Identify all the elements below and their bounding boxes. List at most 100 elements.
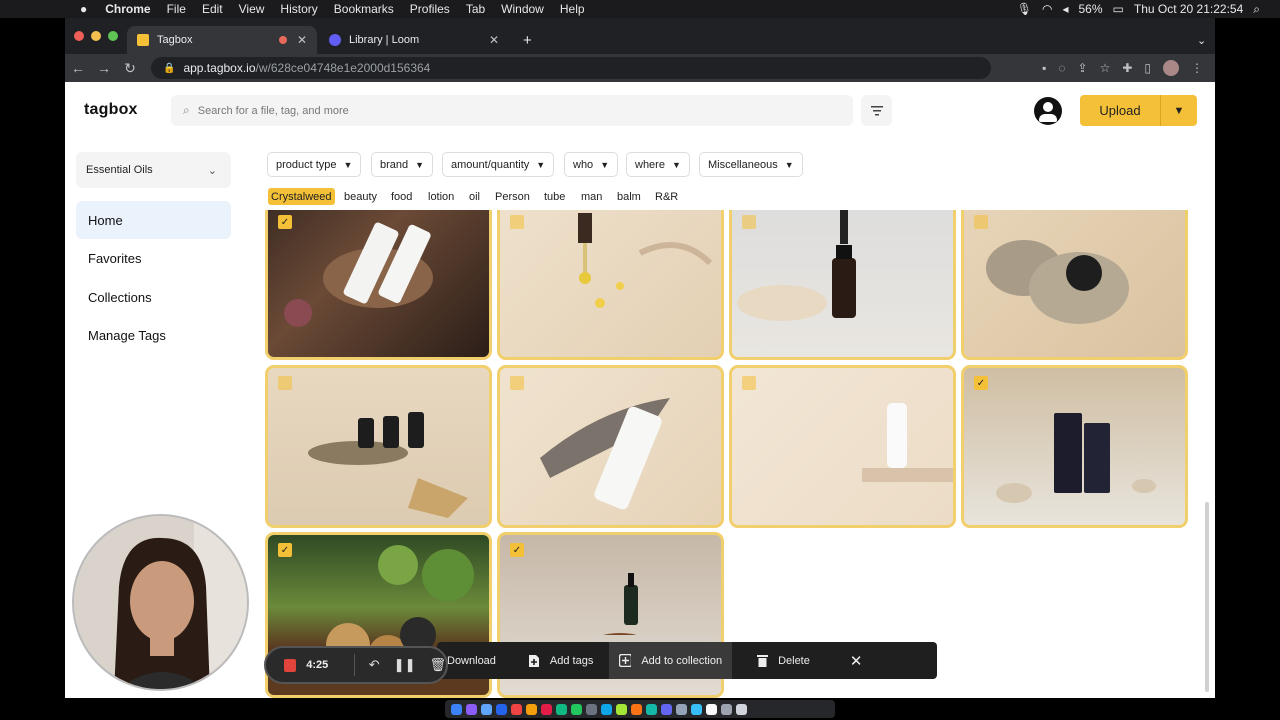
- tab-loom[interactable]: Library | Loom ✕: [319, 26, 509, 54]
- finder-icon[interactable]: [451, 703, 462, 715]
- app-store-icon[interactable]: [496, 703, 507, 715]
- document-icon[interactable]: [706, 703, 717, 715]
- address-bar[interactable]: 🔒 app.tagbox.io /w/628ce04748e1e2000d156…: [151, 57, 991, 79]
- checkbox-checked[interactable]: ✓: [510, 543, 524, 557]
- checkbox[interactable]: [510, 215, 524, 229]
- safari-icon[interactable]: [481, 703, 492, 715]
- collection-dropdown[interactable]: Essential Oils ⌄: [76, 152, 231, 188]
- messages-icon[interactable]: [556, 703, 567, 715]
- menu-help[interactable]: Help: [552, 2, 593, 16]
- microphone-icon[interactable]: 🎙: [1017, 2, 1032, 16]
- filter-button[interactable]: [861, 95, 892, 126]
- facet-brand[interactable]: brand ▼: [371, 152, 434, 177]
- share-icon[interactable]: ⇪: [1078, 61, 1088, 75]
- tag-chip-crystalweed[interactable]: Crystalweed: [268, 188, 335, 205]
- webcam-bubble[interactable]: [72, 514, 249, 691]
- add-to-collection-button[interactable]: Add to collection: [609, 642, 733, 679]
- back-icon[interactable]: ←: [65, 60, 91, 76]
- pause-icon[interactable]: ❚❚: [394, 657, 416, 673]
- terminal-icon[interactable]: [676, 703, 687, 715]
- eye-off-icon[interactable]: ◌: [1058, 61, 1065, 75]
- menu-window[interactable]: Window: [493, 2, 552, 16]
- preview-icon[interactable]: [691, 703, 702, 715]
- checkbox[interactable]: [510, 376, 524, 390]
- mail-icon[interactable]: [601, 703, 612, 715]
- maximize-window-icon[interactable]: [108, 31, 118, 41]
- tag-chip-rr[interactable]: R&R: [652, 188, 681, 205]
- chrome-icon[interactable]: [526, 703, 537, 715]
- menu-view[interactable]: View: [231, 2, 273, 16]
- scrollbar[interactable]: [1205, 502, 1209, 692]
- search-input[interactable]: ⌕ Search for a file, tag, and more: [171, 95, 853, 126]
- stop-recording-icon[interactable]: [284, 658, 297, 672]
- tag-chip-person[interactable]: Person: [492, 188, 533, 205]
- sidebar-item-collections[interactable]: Collections: [76, 278, 231, 316]
- tab-search-button[interactable]: ⌄: [1187, 26, 1213, 54]
- menu-bookmarks[interactable]: Bookmarks: [326, 2, 402, 16]
- tag-chip-food[interactable]: food: [388, 188, 415, 205]
- tag-chip-oil[interactable]: oil: [466, 188, 483, 205]
- music-icon[interactable]: [541, 703, 552, 715]
- new-tab-button[interactable]: +: [513, 26, 543, 54]
- downloads-icon[interactable]: [721, 703, 732, 715]
- extensions-icon[interactable]: ✚: [1122, 61, 1132, 75]
- asset-tile[interactable]: [729, 210, 956, 360]
- menu-file[interactable]: File: [159, 2, 194, 16]
- asset-tile[interactable]: ✓: [265, 210, 492, 360]
- tag-chip-lotion[interactable]: lotion: [425, 188, 457, 205]
- bookmark-star-icon[interactable]: ☆: [1100, 61, 1111, 75]
- tab-close-icon[interactable]: ✕: [278, 33, 307, 47]
- facet-where[interactable]: where ▼: [626, 152, 690, 177]
- settings-icon[interactable]: [586, 703, 597, 715]
- tab-close-icon[interactable]: ✕: [489, 33, 499, 47]
- checkbox-checked[interactable]: ✓: [974, 376, 988, 390]
- maps-icon[interactable]: [646, 703, 657, 715]
- restart-icon[interactable]: ↶: [369, 657, 380, 673]
- notes-icon[interactable]: [616, 703, 627, 715]
- lock-icon[interactable]: 🔒: [163, 63, 175, 74]
- delete-button[interactable]: Delete: [746, 642, 820, 679]
- photos-icon[interactable]: [631, 703, 642, 715]
- user-account-icon[interactable]: [1034, 97, 1062, 125]
- zoom-icon[interactable]: [661, 703, 672, 715]
- checkbox[interactable]: [742, 376, 756, 390]
- menu-app-name[interactable]: Chrome: [97, 2, 158, 16]
- apple-menu-icon[interactable]: ●: [0, 2, 97, 16]
- asset-tile[interactable]: [497, 365, 724, 528]
- clock[interactable]: Thu Oct 20 21:22:54: [1134, 2, 1243, 16]
- forward-icon[interactable]: →: [91, 60, 117, 76]
- checkbox-checked[interactable]: ✓: [278, 543, 292, 557]
- checkbox[interactable]: [278, 376, 292, 390]
- menu-tab[interactable]: Tab: [458, 2, 493, 16]
- tag-chip-beauty[interactable]: beauty: [341, 188, 380, 205]
- facetime-icon[interactable]: [571, 703, 582, 715]
- add-tags-button[interactable]: Add tags: [518, 642, 603, 679]
- volume-icon[interactable]: ◂: [1062, 2, 1068, 16]
- facet-amount-quantity[interactable]: amount/quantity ▼: [442, 152, 555, 177]
- camera-icon[interactable]: ▪: [1042, 61, 1046, 75]
- kebab-menu-icon[interactable]: ⋮: [1191, 61, 1203, 75]
- asset-tile[interactable]: [497, 210, 724, 360]
- close-window-icon[interactable]: [74, 31, 84, 41]
- sidebar-item-manage-tags[interactable]: Manage Tags: [76, 316, 231, 354]
- facet-who[interactable]: who ▼: [564, 152, 619, 177]
- trash-dock-icon[interactable]: [736, 703, 747, 715]
- asset-tile[interactable]: [265, 365, 492, 528]
- asset-tile[interactable]: [729, 365, 956, 528]
- profile-avatar-icon[interactable]: [1163, 60, 1179, 76]
- facet-miscellaneous[interactable]: Miscellaneous ▼: [699, 152, 803, 177]
- upload-button[interactable]: Upload ▼: [1080, 95, 1197, 126]
- tag-chip-man[interactable]: man: [578, 188, 605, 205]
- checkbox-checked[interactable]: ✓: [278, 215, 292, 229]
- tagbox-logo[interactable]: tagbox: [84, 101, 138, 119]
- sidebar-item-home[interactable]: Home: [76, 201, 231, 239]
- asset-tile[interactable]: ✓: [961, 365, 1188, 528]
- asset-tile[interactable]: [961, 210, 1188, 360]
- sidepanel-icon[interactable]: ▯: [1144, 61, 1151, 75]
- tag-chip-tube[interactable]: tube: [541, 188, 568, 205]
- checkbox[interactable]: [742, 215, 756, 229]
- wifi-icon[interactable]: ◠: [1042, 2, 1052, 16]
- tag-chip-balm[interactable]: balm: [614, 188, 644, 205]
- checkbox[interactable]: [974, 215, 988, 229]
- sidebar-item-favorites[interactable]: Favorites: [76, 239, 231, 277]
